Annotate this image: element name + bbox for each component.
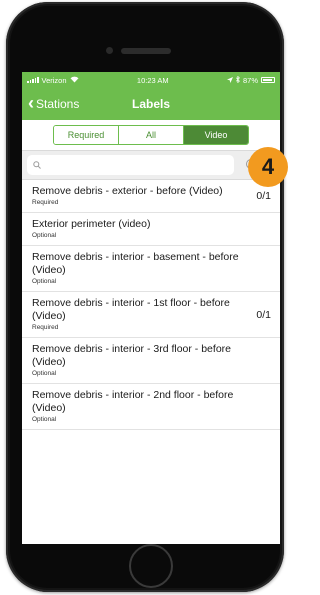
search-field[interactable] [27, 155, 234, 175]
item-title: Remove debris - interior - 3rd floor - b… [32, 343, 231, 368]
list-item[interactable]: Remove debris - interior - 2nd floor - b… [22, 384, 280, 430]
chevron-left-icon: ‹ [28, 93, 34, 113]
back-button[interactable]: ‹ Stations [28, 88, 79, 120]
search-input[interactable] [45, 159, 219, 171]
segment-required[interactable]: Required [54, 126, 119, 144]
item-status: Optional [32, 370, 57, 377]
item-status: Required [32, 199, 59, 206]
home-button[interactable] [129, 544, 173, 588]
item-status: Optional [32, 232, 57, 239]
segment-video[interactable]: Video [184, 126, 248, 144]
filter-segmented-control: Required All Video [53, 125, 249, 145]
item-count: 0/1 [256, 190, 271, 202]
earpiece-speaker [121, 48, 171, 54]
status-time: 10:23 AM [136, 75, 169, 85]
wifi-icon [70, 76, 79, 85]
item-status: Optional [32, 278, 57, 285]
item-count: 0/1 [256, 308, 271, 321]
item-title: Remove debris - interior - 2nd floor - b… [32, 389, 234, 414]
list-item[interactable]: Remove debris - exterior - before (Video… [22, 180, 280, 213]
status-left: Verizon [27, 76, 79, 85]
battery-percent: 87% [242, 75, 258, 85]
bluetooth-icon [236, 75, 240, 85]
battery-icon [261, 77, 275, 83]
segment-all[interactable]: All [119, 126, 184, 144]
navigation-bar: ‹ Stations Labels [22, 88, 280, 120]
item-title: Exterior perimeter (video) [32, 218, 151, 230]
signal-icon [27, 77, 39, 83]
back-label: Stations [36, 97, 80, 111]
search-icon [33, 156, 41, 174]
location-icon [226, 76, 233, 85]
item-status: Optional [32, 416, 57, 423]
page-title: Labels [131, 97, 170, 111]
item-title: Remove debris - interior - 1st floor - b… [32, 297, 230, 322]
status-right: 87% [226, 75, 275, 85]
list-item[interactable]: Remove debris - interior - basement - be… [22, 246, 280, 292]
app-screen: Verizon 10:23 AM 87% ‹ Stations Labels R… [22, 72, 280, 544]
search-bar [22, 150, 280, 180]
step-callout-badge: 4 [248, 147, 288, 187]
list-item[interactable]: Remove debris - interior - 1st floor - b… [22, 292, 280, 338]
filter-segment-container: Required All Video [22, 120, 280, 150]
phone-frame: Verizon 10:23 AM 87% ‹ Stations Labels R… [6, 2, 284, 592]
item-title: Remove debris - interior - basement - be… [32, 251, 239, 276]
labels-list: Remove debris - exterior - before (Video… [22, 180, 280, 430]
front-camera [106, 47, 113, 54]
carrier-label: Verizon [41, 75, 67, 85]
item-status: Required [32, 324, 59, 331]
list-item[interactable]: Remove debris - interior - 3rd floor - b… [22, 338, 280, 384]
item-title: Remove debris - exterior - before (Video… [32, 185, 223, 197]
status-bar: Verizon 10:23 AM 87% [22, 72, 280, 88]
list-item[interactable]: Exterior perimeter (video) Optional [22, 213, 280, 246]
